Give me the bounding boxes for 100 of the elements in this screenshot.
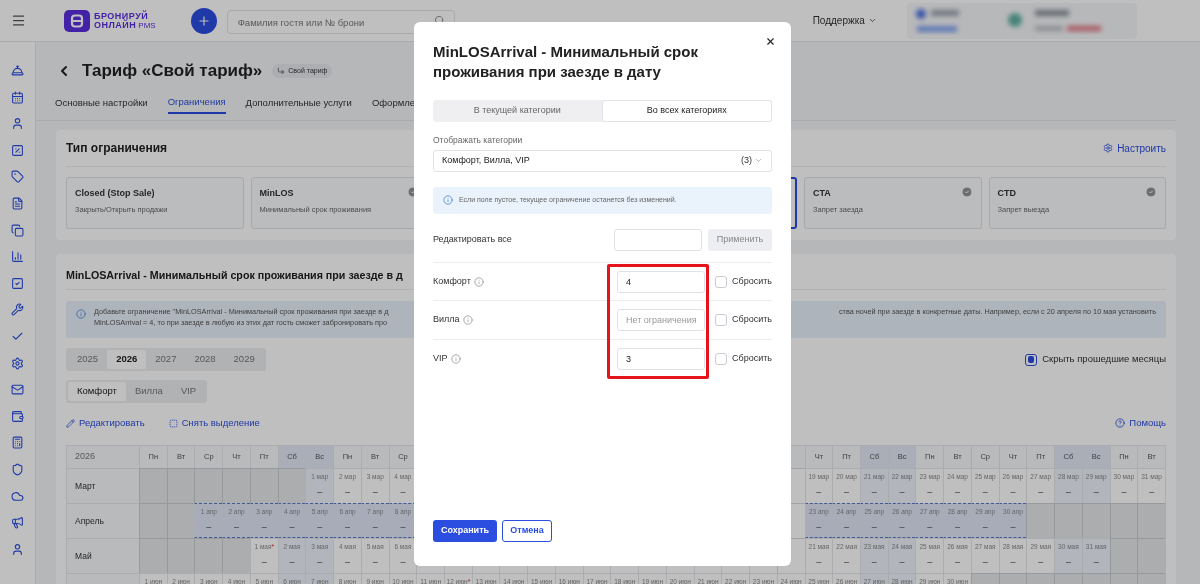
- edit-all-input[interactable]: [614, 228, 702, 251]
- bell-icon[interactable]: [11, 64, 24, 77]
- cell-value: –: [372, 487, 378, 497]
- year-tab[interactable]: 2027: [146, 350, 186, 369]
- cell-value: –: [1010, 557, 1016, 567]
- clear-selection-link[interactable]: Снять выделение: [168, 415, 260, 431]
- reset-label: Сбросить: [732, 274, 772, 288]
- chart-icon[interactable]: [11, 250, 24, 264]
- cell-value: –: [1038, 487, 1044, 497]
- cancel-button[interactable]: Отмена: [502, 520, 552, 542]
- gear-icon: [1103, 143, 1114, 153]
- tab[interactable]: Ограничения: [167, 92, 226, 114]
- cloud-icon[interactable]: [11, 489, 24, 503]
- logo-text: БРОНИРУЙ: [94, 11, 150, 21]
- calculator-icon[interactable]: [11, 436, 24, 450]
- save-button[interactable]: Сохранить: [433, 520, 497, 542]
- logo-suffix: PMS: [138, 21, 156, 30]
- category-tab[interactable]: VIP: [171, 382, 206, 401]
- reset-label: Сбросить: [732, 313, 772, 327]
- category-tab[interactable]: Комфорт: [68, 382, 126, 401]
- limit-input[interactable]: 3: [617, 347, 705, 370]
- field-label: Редактировать все: [433, 233, 513, 246]
- cell-value: –: [344, 522, 350, 532]
- cell-value: –: [372, 522, 378, 532]
- configure-link[interactable]: Настроить: [1103, 140, 1166, 156]
- year-tab[interactable]: 2029: [224, 350, 264, 369]
- modal-title: MinLOSArrival - Минимальный срок проживания при заезде в дату: [433, 42, 699, 82]
- support-menu[interactable]: Поддержка: [812, 13, 877, 28]
- tag-icon[interactable]: [11, 170, 24, 184]
- cell-value: –: [344, 557, 350, 567]
- year-tab[interactable]: 2028: [185, 350, 225, 369]
- help-icon: [1115, 418, 1126, 428]
- category-select[interactable]: Комфорт, Вилла, VIP (3): [433, 149, 772, 172]
- limit-input[interactable]: 4: [617, 270, 705, 293]
- cell-value: –: [816, 487, 822, 497]
- info-icon: [473, 276, 484, 287]
- cell-value: –: [899, 487, 905, 497]
- cell-value: –: [1038, 557, 1044, 567]
- tab[interactable]: Оформле: [371, 92, 416, 114]
- cell-value: –: [1065, 487, 1071, 497]
- percent-icon[interactable]: [11, 143, 24, 157]
- cell-value: –: [1010, 487, 1016, 497]
- megaphone-icon[interactable]: [11, 516, 24, 530]
- category-tab[interactable]: Вилла: [125, 382, 172, 401]
- cell-value: –: [899, 557, 905, 567]
- section-title: MinLOSArrival - Минимальный срок проживания при заезде в д: [66, 269, 403, 281]
- cell-value: –: [1149, 487, 1155, 497]
- envelope-icon[interactable]: [11, 383, 24, 397]
- scope-tab[interactable]: Во всех категориях: [601, 100, 772, 122]
- year-tab[interactable]: 2025: [68, 350, 108, 369]
- month-cell: Апрель: [67, 503, 139, 538]
- help-link[interactable]: Помощь: [1115, 415, 1166, 431]
- search-field[interactable]: Фамилия гостя или № брони: [226, 10, 455, 34]
- year-tab[interactable]: 2026: [107, 350, 147, 369]
- info-icon: [443, 195, 453, 206]
- cell-value: –: [344, 487, 350, 497]
- checkbox[interactable]: [1025, 353, 1038, 366]
- month-cell: Май: [67, 538, 139, 573]
- wrench-icon[interactable]: [11, 303, 24, 317]
- cell-value: –: [871, 522, 877, 532]
- add-button[interactable]: [190, 7, 217, 34]
- cell-value: –: [1093, 487, 1099, 497]
- card-title: CTA: [813, 187, 831, 200]
- year-header: 2026: [67, 446, 139, 468]
- stack-icon[interactable]: [11, 223, 24, 237]
- logo-mark-icon: [64, 9, 90, 32]
- pencil-icon: [66, 418, 75, 428]
- info-icon: [76, 309, 86, 319]
- page-title: Тариф «Свой тариф»: [82, 60, 263, 83]
- checkbox-icon[interactable]: [11, 276, 24, 290]
- document-icon[interactable]: [11, 196, 24, 210]
- card-title: CTD: [997, 187, 1016, 200]
- card-title: MinLOS: [259, 187, 294, 200]
- month-cell: Март: [67, 468, 139, 503]
- chevron-icon: [867, 16, 877, 25]
- apply-button[interactable]: Применить: [708, 228, 772, 251]
- cell-value: –: [261, 557, 267, 567]
- checkbox-label: Скрыть прошедшие месяцы: [1042, 352, 1166, 367]
- cell-value: –: [844, 522, 850, 532]
- limit-input[interactable]: Нет ограничения: [617, 309, 705, 331]
- tab[interactable]: Дополнительные услуги: [245, 92, 352, 114]
- cell-value: –: [816, 522, 822, 532]
- tab[interactable]: Основные настройки: [55, 92, 148, 114]
- cell-value: –: [1065, 557, 1071, 567]
- calendar-icon[interactable]: [11, 90, 24, 104]
- cell-value: –: [1093, 557, 1099, 567]
- edit-link[interactable]: Редактировать: [66, 415, 145, 431]
- scope-tab[interactable]: В текущей категории: [433, 100, 602, 122]
- cell-value: –: [234, 522, 240, 532]
- user-icon[interactable]: [11, 542, 24, 556]
- cell-value: –: [317, 557, 323, 567]
- user-icon[interactable]: [11, 117, 24, 131]
- cell-value: –: [1010, 522, 1016, 532]
- category-label: Вилла: [433, 313, 460, 327]
- shield-icon[interactable]: [11, 462, 24, 476]
- info-icon: [462, 315, 473, 325]
- settings-icon[interactable]: [11, 356, 24, 370]
- menu-icon[interactable]: [10, 13, 26, 28]
- cell-value: –: [899, 522, 905, 532]
- wallet-icon[interactable]: [11, 409, 24, 423]
